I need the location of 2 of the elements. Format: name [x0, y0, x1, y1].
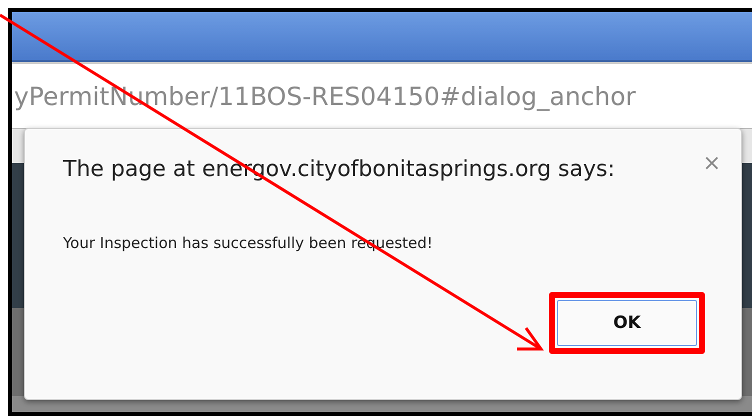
close-button[interactable]: ×: [702, 153, 721, 175]
ok-button[interactable]: OK: [557, 300, 697, 346]
